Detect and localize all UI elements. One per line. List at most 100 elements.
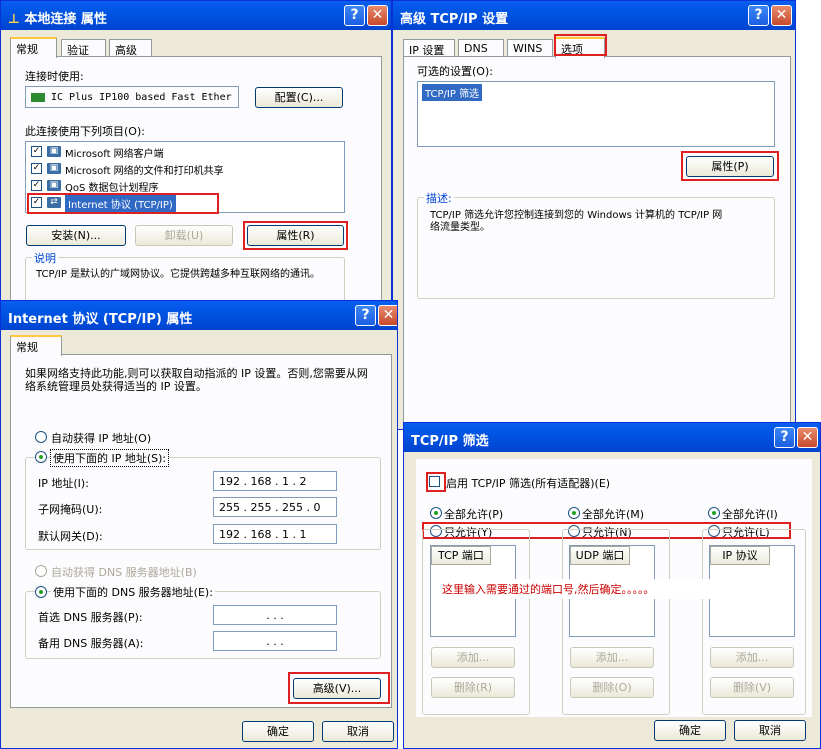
annotation-note: 这里输入需要通过的端口号,然后确定。。。。。 — [442, 579, 786, 599]
list-item[interactable]: Microsoft 网络客户端 — [65, 145, 164, 160]
description-text: TCP/IP 筛选允许您控制连接到您的 Windows 计算机的 TCP/IP … — [430, 210, 723, 233]
intro-text: 如果网络支持此功能,则可以获取自动指派的 IP 设置。否则,您需要从网络系统管理… — [25, 367, 368, 393]
item-checkbox[interactable]: ✓ — [31, 197, 42, 208]
window-title: 本地连接 属性 — [24, 12, 107, 27]
gateway-label: 默认网关(D): — [38, 530, 103, 543]
preferred-dns-label: 首选 DNS 服务器(P): — [38, 611, 143, 624]
auto-dns-label: 自动获得 DNS 服务器地址(B) — [51, 566, 197, 579]
description-text: TCP/IP 是默认的广域网协议。它提供跨越多种互联网络的通讯。 — [36, 269, 321, 280]
description-group: 描述: TCP/IP 筛选允许您控制连接到您的 Windows 计算机的 TCP… — [417, 190, 775, 299]
properties-button[interactable]: 属性(R) — [247, 225, 344, 246]
uninstall-button: 卸载(U) — [135, 225, 233, 246]
cancel-button[interactable]: 取消 — [322, 721, 394, 742]
install-button[interactable]: 安装(N)... — [26, 225, 126, 246]
tcp-allow-all-label[interactable]: 全部允许(P) — [444, 506, 503, 522]
use-ip-radio[interactable] — [35, 451, 47, 463]
properties-button[interactable]: 属性(P) — [686, 156, 774, 177]
item-checkbox[interactable]: ✓ — [31, 163, 42, 174]
ip-add-button: 添加... — [710, 647, 794, 668]
advanced-tcpip-window: 高级 TCP/IP 设置 ? ✕ IP 设置 DNS WINS 选项 可选的设置… — [392, 0, 796, 430]
preferred-dns-field[interactable]: . . . — [213, 605, 337, 625]
tcp-port-header[interactable]: TCP 端口 — [431, 546, 491, 565]
tab-page: 可选的设置(O): TCP/IP 筛选 属性(P) 描述: TCP/IP 筛选允… — [403, 56, 791, 429]
ip-allow-all-label[interactable]: 全部允许(I) — [722, 506, 778, 522]
title-bar[interactable]: 高级 TCP/IP 设置 — [393, 1, 795, 30]
local-connection-properties-window: ⊥ 本地连接 属性 ? ✕ 常规 验证 高级 连接时使用: IC Plus IP… — [0, 0, 392, 310]
client-icon: ▣ — [47, 146, 61, 157]
auto-dns-radio — [35, 565, 47, 577]
window-title: 高级 TCP/IP 设置 — [400, 12, 509, 27]
subnet-mask-field[interactable]: 255 . 255 . 255 . 0 — [213, 497, 337, 517]
help-button[interactable]: ? — [344, 5, 365, 26]
window-title: TCP/IP 筛选 — [411, 434, 489, 449]
help-button[interactable]: ? — [774, 427, 795, 448]
use-ip-label[interactable]: 使用下面的 IP 地址(S): — [50, 449, 170, 467]
optional-settings-list[interactable]: TCP/IP 筛选 — [417, 81, 775, 147]
configure-button[interactable]: 配置(C)... — [255, 87, 343, 108]
alternate-dns-label: 备用 DNS 服务器(A): — [38, 637, 144, 650]
content-panel: 启用 TCP/IP 筛选(所有适配器)(E) 全部允许(P) 只允许(Y) 全部… — [416, 459, 812, 717]
tab-page: 如果网络支持此功能,则可以获取自动指派的 IP 设置。否则,您需要从网络系统管理… — [10, 354, 392, 708]
tcpip-properties-window: Internet 协议 (TCP/IP) 属性 ? ✕ 常规 如果网络支持此功能… — [0, 300, 398, 749]
udp-port-header[interactable]: UDP 端口 — [570, 546, 630, 565]
list-item-selected[interactable]: Internet 协议 (TCP/IP) — [65, 195, 176, 212]
close-button[interactable]: ✕ — [367, 5, 388, 26]
adapter-field: IC Plus IP100 based Fast Ether — [25, 86, 239, 108]
item-checkbox[interactable]: ✓ — [31, 180, 42, 191]
use-dns-radio[interactable] — [35, 586, 47, 598]
udp-allow-all-radio[interactable] — [568, 507, 580, 519]
items-label: 此连接使用下列项目(O): — [25, 125, 145, 138]
ip-address-label: IP 地址(I): — [38, 477, 89, 490]
close-button[interactable]: ✕ — [378, 305, 397, 326]
item-checkbox[interactable]: ✓ — [31, 146, 42, 157]
enable-filtering-checkbox[interactable] — [429, 476, 440, 487]
enable-filtering-label[interactable]: 启用 TCP/IP 筛选(所有适配器)(E) — [446, 475, 610, 491]
udp-remove-button: 删除(O) — [570, 677, 654, 698]
tab-general[interactable]: 常规 — [10, 37, 57, 58]
alternate-dns-field[interactable]: . . . — [213, 631, 337, 651]
close-button[interactable]: ✕ — [771, 5, 792, 26]
auto-ip-label[interactable]: 自动获得 IP 地址(O) — [51, 430, 151, 446]
tcp-allow-all-radio[interactable] — [430, 507, 442, 519]
description-title: 描述: — [424, 190, 454, 206]
adapter-name: IC Plus IP100 based Fast Ether — [51, 92, 232, 103]
tab-options[interactable]: 选项 — [555, 37, 605, 58]
ip-allow-all-radio[interactable] — [708, 507, 720, 519]
gateway-field[interactable]: 192 . 168 . 1 . 1 — [213, 524, 337, 544]
share-icon: ▣ — [47, 163, 61, 174]
title-bar[interactable]: Internet 协议 (TCP/IP) 属性 — [1, 301, 397, 330]
ok-button[interactable]: 确定 — [654, 720, 726, 741]
title-bar[interactable]: ⊥ 本地连接 属性 — [1, 1, 391, 30]
auto-ip-radio[interactable] — [35, 431, 47, 443]
qos-icon: ▣ — [47, 180, 61, 191]
optional-settings-label: 可选的设置(O): — [417, 65, 493, 78]
tcp-add-button: 添加... — [431, 647, 515, 668]
description-title: 说明 — [32, 250, 58, 266]
help-button[interactable]: ? — [748, 5, 769, 26]
help-button[interactable]: ? — [355, 305, 376, 326]
ip-address-field[interactable]: 192 . 168 . 1 . 2 — [213, 471, 337, 491]
list-item-selected[interactable]: TCP/IP 筛选 — [422, 84, 483, 101]
title-bar[interactable]: TCP/IP 筛选 — [404, 423, 820, 452]
network-icon: ⊥ — [8, 12, 25, 27]
advanced-button[interactable]: 高级(V)... — [293, 678, 381, 699]
tab-general[interactable]: 常规 — [10, 335, 62, 356]
ok-button[interactable]: 确定 — [242, 721, 314, 742]
list-item[interactable]: Microsoft 网络的文件和打印机共享 — [65, 162, 224, 177]
list-item[interactable]: QoS 数据包计划程序 — [65, 179, 159, 194]
close-button[interactable]: ✕ — [797, 427, 818, 448]
protocol-icon: ⇄ — [47, 197, 61, 208]
window-title: Internet 协议 (TCP/IP) 属性 — [8, 312, 193, 327]
tcpip-filtering-window: TCP/IP 筛选 ? ✕ 启用 TCP/IP 筛选(所有适配器)(E) 全部允… — [403, 422, 821, 749]
ip-protocol-header[interactable]: IP 协议 — [710, 546, 770, 565]
subnet-mask-label: 子网掩码(U): — [38, 503, 103, 516]
cancel-button[interactable]: 取消 — [734, 720, 806, 741]
use-dns-label[interactable]: 使用下面的 DNS 服务器地址(E): — [51, 584, 215, 600]
components-list[interactable]: ✓ ▣ Microsoft 网络客户端 ✓ ▣ Microsoft 网络的文件和… — [25, 141, 345, 213]
udp-allow-all-label[interactable]: 全部允许(M) — [582, 506, 644, 522]
udp-add-button: 添加... — [570, 647, 654, 668]
ip-remove-button: 删除(V) — [710, 677, 794, 698]
tab-page: 连接时使用: IC Plus IP100 based Fast Ether 配置… — [10, 56, 382, 309]
network-card-icon — [31, 92, 45, 102]
tcp-remove-button: 删除(R) — [431, 677, 515, 698]
